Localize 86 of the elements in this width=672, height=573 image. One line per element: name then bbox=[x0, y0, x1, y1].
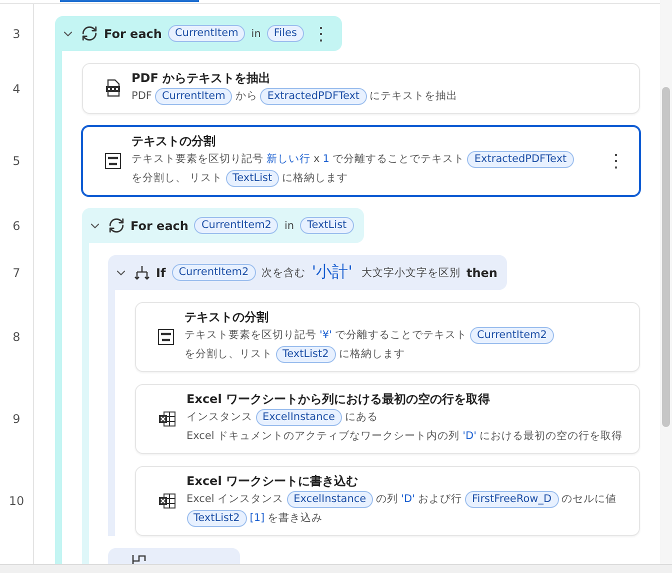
variable-chip[interactable]: CurrentItem2 bbox=[172, 264, 256, 281]
step-text: インスタンス bbox=[186, 411, 252, 423]
keyword-label: For each bbox=[130, 218, 188, 232]
step-text: および行 bbox=[418, 493, 462, 505]
literal-value: 1 bbox=[322, 153, 330, 165]
step-text: を分割し、リスト bbox=[184, 348, 272, 360]
step-text: Excel インスタンス bbox=[186, 493, 284, 505]
variable-chip[interactable]: ExtractedPDFText bbox=[260, 88, 367, 105]
variable-chip[interactable]: TextList2 bbox=[276, 346, 336, 363]
loop-block-header[interactable]: For each CurrentItem2 in TextList bbox=[82, 208, 364, 243]
step-text: in bbox=[251, 28, 261, 40]
line-number: 7 bbox=[12, 266, 20, 280]
variable-chip[interactable]: TextList bbox=[300, 217, 354, 234]
line-number: 9 bbox=[12, 412, 20, 426]
text-split-icon bbox=[104, 152, 120, 168]
variable-chip[interactable]: ExcelInstance bbox=[286, 491, 374, 508]
action-card[interactable]: Excel ワークシートから列における最初の空の行を取得 インスタンス ExcelInstance にある Excel ドキュメントのアクティブなワークシート内の列 'D' における最初の空の行を取得 bbox=[134, 384, 640, 454]
action-card[interactable]: テキストの分割 テキスト要素を区切り記号 '¥' で分離することでテキスト CurrentItem2 を分割し、リスト TextList2 に格納します bbox=[134, 302, 640, 372]
spreadsheet-icon bbox=[158, 410, 176, 426]
step-text: テキスト要素を区切り記号 bbox=[132, 153, 264, 165]
variable-chip[interactable]: CurrentItem2 bbox=[470, 327, 554, 344]
step-text: の列 bbox=[376, 493, 398, 505]
literal-value: 'D' bbox=[401, 493, 415, 505]
action-title: テキストの分割 bbox=[132, 133, 216, 150]
step-text: in bbox=[284, 220, 294, 232]
line-number: 3 bbox=[12, 26, 20, 40]
step-text: 大文字小文字を区別 bbox=[362, 266, 461, 280]
loop-icon bbox=[81, 25, 98, 42]
literal-value: 'D' bbox=[462, 430, 477, 442]
scrollbar[interactable] bbox=[660, 0, 672, 564]
line-number: 10 bbox=[8, 494, 24, 508]
variable-chip[interactable]: TextList bbox=[226, 170, 280, 187]
spreadsheet-icon bbox=[158, 492, 176, 508]
step-text: x bbox=[314, 153, 320, 165]
step-text: で分離することでテキスト bbox=[332, 153, 464, 165]
literal-value: '¥' bbox=[320, 329, 332, 341]
step-text: から bbox=[235, 90, 258, 102]
document-icon bbox=[104, 79, 120, 97]
action-card[interactable]: PDF からテキストを抽出 PDF CurrentItem から ExtractedPDFText にテキストを抽出 bbox=[82, 63, 640, 114]
loop-block-header[interactable]: For each CurrentItem in Files ⋮ bbox=[55, 16, 342, 51]
step-text: における最初の空の行を取得 bbox=[480, 430, 623, 442]
variable-chip[interactable]: CurrentItem bbox=[154, 88, 232, 105]
step-text: で分離することでテキスト bbox=[334, 329, 467, 341]
more-menu-button[interactable]: ⋮ bbox=[310, 24, 332, 44]
step-text: にテキストを抽出 bbox=[370, 90, 458, 102]
block-end-icon bbox=[132, 554, 146, 564]
line-number: 6 bbox=[12, 218, 20, 232]
step-text: を書き込み bbox=[268, 512, 323, 524]
step-text: のセルに値 bbox=[562, 493, 617, 505]
line-number: 8 bbox=[12, 330, 20, 344]
line-number: 5 bbox=[12, 154, 20, 168]
line-number: 4 bbox=[12, 82, 20, 96]
step-text: テキスト要素を区切り記号 bbox=[184, 329, 316, 341]
literal-value: [1] bbox=[250, 512, 265, 524]
variable-chip[interactable]: ExcelInstance bbox=[256, 409, 342, 426]
step-text: PDF bbox=[132, 90, 152, 102]
step-text: リスト bbox=[190, 172, 222, 184]
variable-chip[interactable]: CurrentItem bbox=[168, 25, 246, 42]
variable-chip[interactable]: TextList2 bbox=[186, 510, 247, 527]
literal-value: 新しい行 bbox=[266, 153, 310, 165]
action-card[interactable]: テキストの分割 テキスト要素を区切り記号 新しい行 x 1 で分離することでテキスト ExtractedPDFText を分割し、 リスト TextList に格納します ⋮ bbox=[80, 125, 641, 197]
step-text: Excel ドキュメントのアクティブなワークシート内の列 bbox=[186, 430, 460, 442]
literal-value: '小計' bbox=[312, 262, 353, 283]
variable-chip[interactable]: FirstFreeRow_D bbox=[465, 491, 559, 508]
step-text: に格納します bbox=[282, 172, 348, 184]
condition-block-header[interactable]: If CurrentItem2 次を含む '小計' 大文字小文字を区別 then bbox=[108, 255, 508, 290]
branch-icon bbox=[134, 264, 150, 280]
variable-chip[interactable]: CurrentItem2 bbox=[194, 217, 278, 234]
action-title: PDF からテキストを抽出 bbox=[132, 70, 272, 87]
loop-icon bbox=[108, 217, 124, 234]
action-card[interactable]: Excel ワークシートに書き込む Excel インスタンス ExcelInstance の列 'D' および行 FirstFreeRow_D のセルに値 TextList2 [1] を書き込み bbox=[134, 466, 640, 536]
action-title: Excel ワークシートから列における最初の空の行を取得 bbox=[186, 391, 491, 408]
step-text: 次を含む bbox=[262, 266, 306, 280]
step-text: を分割し、 bbox=[132, 172, 186, 184]
step-text: にある bbox=[344, 411, 378, 423]
keyword-label: For each bbox=[104, 26, 162, 40]
variable-chip[interactable]: Files bbox=[266, 25, 304, 42]
variable-chip[interactable]: ExtractedPDFText bbox=[467, 151, 574, 168]
more-menu-button[interactable]: ⋮ bbox=[605, 150, 627, 170]
action-title: テキストの分割 bbox=[184, 309, 270, 326]
step-text: に格納します bbox=[338, 348, 405, 360]
scrollbar-thumb[interactable] bbox=[662, 87, 670, 427]
keyword-label: If bbox=[156, 266, 166, 280]
keyword-label: then bbox=[466, 266, 498, 280]
text-split-icon bbox=[158, 328, 174, 344]
action-title: Excel ワークシートに書き込む bbox=[186, 473, 359, 490]
